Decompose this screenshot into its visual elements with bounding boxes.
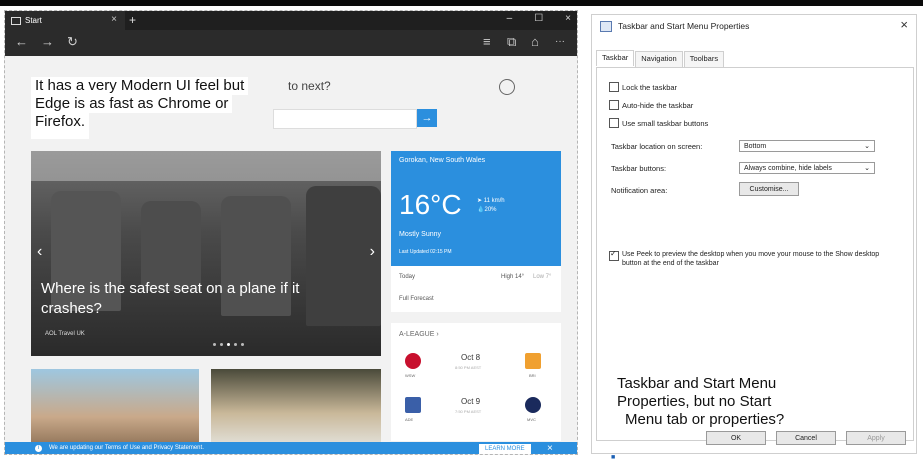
team-crest-icon	[405, 353, 421, 369]
hero-story[interactable]: ‹ › Where is the safest seat on a plane …	[31, 151, 381, 356]
dialog-caption-line-2: Properties, but no Start	[614, 393, 775, 411]
learn-more-button[interactable]: LEARN MORE	[479, 444, 531, 454]
weather-card[interactable]: Gorokan, New South Wales 16°C ➤ 11 km/h …	[391, 151, 561, 266]
tab-title: Start	[25, 16, 42, 25]
hub-icon[interactable]: ≡	[483, 34, 491, 49]
notice-close-icon[interactable]: ×	[547, 443, 553, 454]
forecast-card: Today High 14° Low 7° Full Forecast	[391, 266, 561, 312]
team-crest-icon	[405, 397, 421, 413]
weather-details: ➤ 11 km/h 💧20%	[477, 197, 505, 215]
buttons-label: Taskbar buttons:	[611, 164, 667, 173]
team-crest-icon	[525, 397, 541, 413]
customise-button[interactable]: Customise...	[739, 182, 799, 196]
web-note-icon[interactable]: ⧉	[507, 34, 516, 50]
location-select[interactable]: Bottom ⌄	[739, 140, 875, 152]
match-time: 7:50 PM AEST	[455, 409, 482, 414]
home-team: WSW	[405, 373, 416, 378]
navigation-bar: ← → ↻ ≡ ⧉ ⌂ ···	[5, 30, 577, 56]
peek-checkbox[interactable]: Use Peek to preview the desktop when you…	[609, 249, 899, 268]
back-icon[interactable]: ←	[15, 34, 28, 49]
window-controls: – ☐ ×	[507, 13, 571, 24]
chevron-down-icon: ⌄	[864, 165, 870, 172]
away-team: BRI	[529, 373, 536, 378]
lock-taskbar-checkbox[interactable]: Lock the taskbar	[609, 82, 677, 92]
edge-window: Start × + – ☐ × ← → ↻ ≡ ⧉ ⌂ ··· to next?…	[4, 10, 578, 455]
weather-location: Gorokan, New South Wales	[399, 157, 486, 164]
news-card-image[interactable]	[31, 369, 199, 449]
chevron-down-icon: ⌄	[864, 143, 870, 150]
info-icon: i	[35, 445, 42, 452]
user-avatar-icon[interactable]	[499, 79, 515, 95]
league-title: A-LEAGUE ›	[399, 331, 439, 338]
close-icon[interactable]: ×	[565, 13, 571, 24]
news-card-image[interactable]	[211, 369, 381, 449]
match-row[interactable]: ADE Oct 9 7:50 PM AEST MVC	[391, 393, 561, 433]
tab-toolbars[interactable]: Toolbars	[683, 51, 725, 67]
caption-line-2: Edge is as fast as Chrome or	[31, 95, 233, 113]
ok-button[interactable]: OK	[706, 431, 766, 445]
tab-navigation[interactable]: Navigation	[635, 51, 683, 67]
taskbar-icon	[600, 21, 612, 32]
caption-line-1: It has a very Modern UI feel but	[31, 77, 249, 95]
where-next-heading: to next?	[288, 79, 331, 93]
today-low: Low 7°	[533, 274, 552, 280]
home-team: ADE	[405, 417, 414, 422]
match-date: Oct 9	[461, 397, 481, 406]
weather-updated: Last Updated 02:15 PM	[399, 249, 452, 255]
dialog-title: Taskbar and Start Menu Properties	[618, 21, 750, 31]
search-go-button[interactable]: →	[417, 109, 437, 127]
match-date: Oct 8	[461, 353, 481, 362]
forward-icon[interactable]: →	[41, 34, 54, 49]
apply-button[interactable]: Apply	[846, 431, 906, 445]
tab-close-icon[interactable]: ×	[111, 14, 117, 25]
team-crest-icon	[525, 353, 541, 369]
dialog-caption-line-3: Menu tab or properties?	[622, 411, 788, 429]
weather-temperature: 16°C	[399, 189, 462, 220]
hero-next-icon[interactable]: ›	[370, 243, 375, 261]
match-time: 8:50 PM AEST	[455, 365, 482, 370]
dialog-caption-line-1: Taskbar and Start Menu	[614, 375, 780, 393]
notification-label: Notification area:	[611, 186, 668, 195]
top-frame-bar	[0, 0, 923, 6]
dialog-tabs: Taskbar Navigation Toolbars	[596, 50, 725, 67]
share-icon[interactable]: ⌂	[531, 34, 539, 49]
match-row[interactable]: WSW Oct 8 8:50 PM AEST BRI	[391, 349, 561, 389]
humidity: 20%	[484, 207, 497, 213]
cabin-windows	[31, 151, 381, 181]
notice-bar: i We are updating our Terms of Use and P…	[5, 442, 577, 454]
maximize-icon[interactable]: ☐	[534, 13, 543, 24]
buttons-select[interactable]: Always combine, hide labels ⌄	[739, 162, 875, 174]
help-link-icon[interactable]: ■	[611, 454, 615, 461]
seat-shape	[141, 201, 201, 291]
today-label: Today	[399, 274, 416, 280]
hero-source: AOL Travel UK	[45, 331, 85, 337]
hero-headline[interactable]: Where is the safest seat on a plane if i…	[41, 279, 321, 319]
full-forecast-link[interactable]: Full Forecast	[399, 296, 434, 302]
refresh-icon[interactable]: ↻	[67, 34, 78, 50]
notice-text: We are updating our Terms of Use and Pri…	[49, 445, 204, 451]
tab-strip: Start × + – ☐ ×	[5, 11, 577, 30]
today-high: High 14°	[501, 274, 525, 280]
close-icon[interactable]: ×	[900, 17, 908, 32]
minimize-icon[interactable]: –	[507, 13, 513, 24]
wind-icon: ➤	[477, 198, 484, 204]
cancel-button[interactable]: Cancel	[776, 431, 836, 445]
small-buttons-checkbox[interactable]: Use small taskbar buttons	[609, 118, 708, 128]
tab-start[interactable]: Start ×	[5, 11, 125, 30]
tab-taskbar[interactable]: Taskbar	[596, 50, 635, 66]
wind-speed: 11 km/h	[483, 198, 505, 204]
away-team: MVC	[527, 417, 536, 422]
search-input[interactable]	[273, 109, 417, 129]
autohide-taskbar-checkbox[interactable]: Auto-hide the taskbar	[609, 100, 693, 110]
more-icon[interactable]: ···	[555, 36, 565, 47]
league-card[interactable]: A-LEAGUE › WSW Oct 8 8:50 PM AEST BRI AD…	[391, 323, 561, 441]
caption-line-3: Firefox.	[31, 113, 90, 139]
hero-prev-icon[interactable]: ‹	[37, 243, 42, 261]
new-tab-icon[interactable]: +	[129, 13, 136, 27]
taskbar-properties-dialog: Taskbar and Start Menu Properties × Task…	[591, 14, 917, 461]
carousel-dots	[213, 343, 244, 346]
page-icon	[11, 16, 21, 25]
weather-condition: Mostly Sunny	[399, 231, 442, 238]
location-label: Taskbar location on screen:	[611, 142, 703, 151]
